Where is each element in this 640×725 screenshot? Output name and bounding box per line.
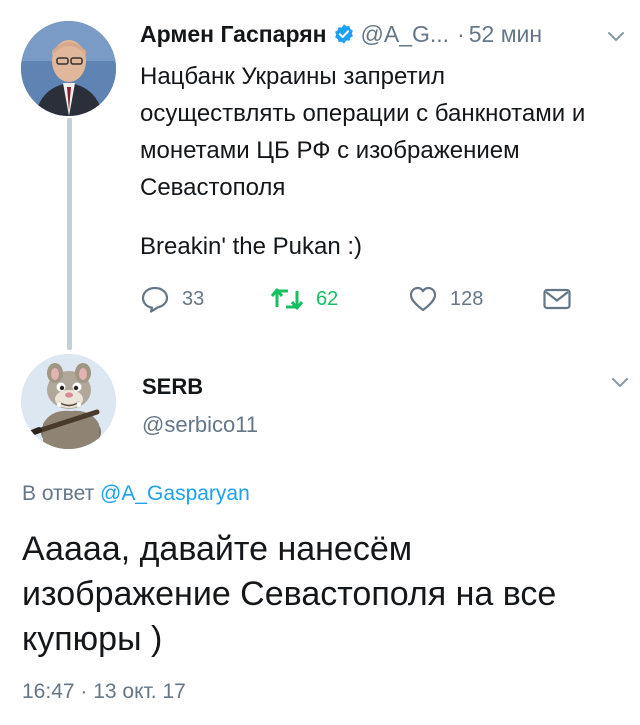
reply-handle-link[interactable]: @A_Gasparyan [100,482,250,505]
avatar[interactable] [21,354,116,449]
author-name[interactable]: SERB [142,374,203,400]
retweet-button[interactable]: 62 [270,283,338,315]
tweet-time[interactable]: 52 мин [469,21,542,48]
avatar[interactable] [21,21,116,116]
reply-button[interactable]: 33 [140,283,204,315]
retweet-icon [270,288,304,310]
direct-message-button[interactable] [542,283,584,315]
chevron-down-icon[interactable] [606,30,626,44]
thread-connector [67,118,72,350]
like-button[interactable]: 128 [408,283,483,315]
retweet-count: 62 [316,287,339,310]
like-count: 128 [450,287,484,310]
tweet-text: Нацбанк Украины запретил осуществлять оп… [140,63,586,201]
tweet-timestamp[interactable]: 16:47 · 13 окт. 17 [22,680,186,704]
reply-count: 33 [182,287,205,310]
heart-icon [409,286,437,312]
tweet-actions: 33 62 128 [140,283,580,315]
separator-dot: · [457,20,465,47]
tweet-text-extra: Breakin' the Pukan :) [140,233,363,260]
envelope-icon [543,288,571,310]
author-name[interactable]: Армен Гаспарян [140,21,327,48]
reply-icon [141,286,169,313]
reply-prefix: В ответ [22,482,95,505]
chevron-down-icon[interactable] [610,376,630,390]
author-handle[interactable]: @A_G... [361,21,450,48]
reply-context: В ответ @A_Gasparyan [22,482,250,506]
user-photo-icon [21,21,116,116]
opossum-cartoon-icon [21,354,116,449]
verified-badge-icon [334,24,353,44]
tweet-header: Армен Гаспарян @A_G... · 52 мин [140,18,630,50]
author-handle[interactable]: @serbico11 [142,412,258,438]
tweet-text: Ааааа, давайте нанесём изображение Севас… [22,530,557,658]
